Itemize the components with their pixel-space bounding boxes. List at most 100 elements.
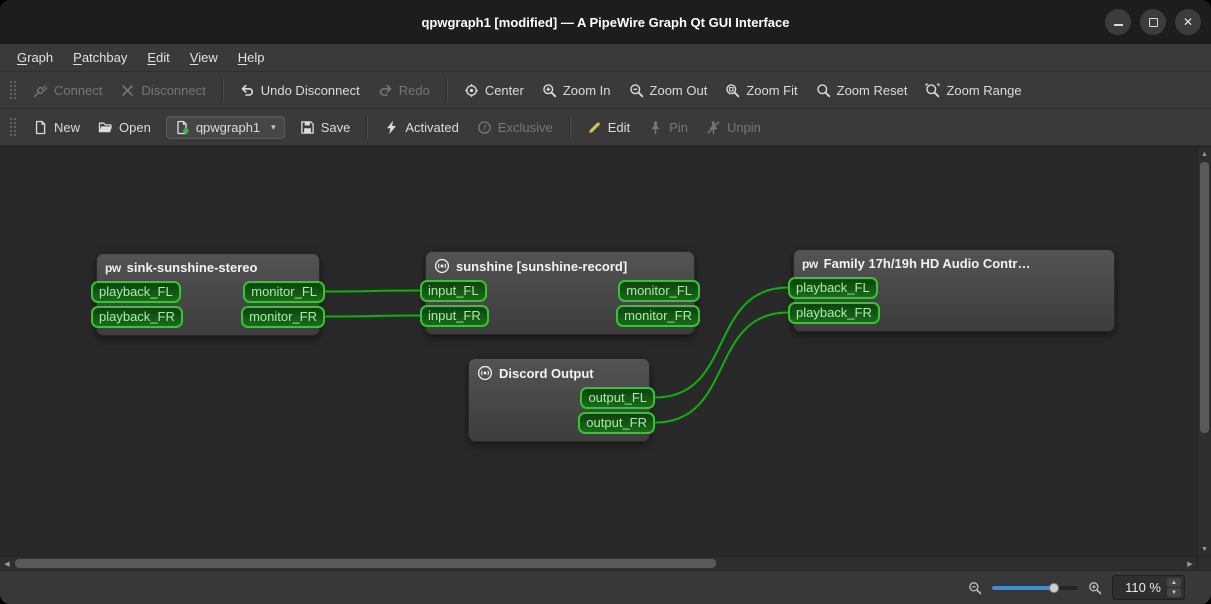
toolbar-button-pin[interactable]: Pin: [639, 115, 697, 140]
toolbar-button-zoom-out[interactable]: Zoom Out: [620, 78, 717, 103]
open-icon: [98, 120, 113, 135]
disconnect-icon: [120, 83, 135, 98]
horizontal-scrollbar-thumb[interactable]: [15, 559, 717, 568]
toolbar-button-exclusive[interactable]: f Exclusive: [468, 115, 562, 140]
toolbar-label: Center: [484, 82, 524, 98]
port-playback_FL[interactable]: playback_FL: [788, 276, 878, 299]
undo-icon: [240, 83, 255, 98]
port-playback_FR[interactable]: playback_FR: [788, 301, 880, 324]
port-monitor_FL[interactable]: monitor_FL: [243, 280, 325, 303]
menu-help[interactable]: Help: [229, 47, 274, 68]
toolbar-label: Open: [119, 119, 151, 135]
maximize-button[interactable]: [1140, 9, 1166, 35]
pipewire-icon: pw: [802, 256, 818, 271]
toolbar-label: New: [54, 119, 81, 135]
toolbar-button-open[interactable]: Open: [89, 115, 160, 140]
port-input_FL[interactable]: input_FL: [420, 279, 487, 302]
port-playback_FL[interactable]: playback_FL: [91, 280, 181, 303]
toolbar-button-zoom-in[interactable]: Zoom In: [533, 78, 620, 103]
toolbar-separator: [366, 115, 369, 139]
svg-text:f: f: [483, 122, 487, 132]
patchbay-selector[interactable]: qpwgraph1 ▾: [165, 115, 285, 139]
toolbar-button-disconnect[interactable]: Disconnect: [111, 78, 214, 103]
port-monitor_FR[interactable]: monitor_FR: [616, 304, 700, 327]
menu-view[interactable]: View: [181, 47, 227, 68]
toolbar-handle[interactable]: [9, 79, 17, 101]
toolbar-button-zoom-reset[interactable]: Zoom Reset: [807, 78, 917, 103]
node-title: sunshine [sunshine-record]: [456, 258, 628, 274]
toolbar-label: Redo: [398, 82, 430, 98]
title-bar[interactable]: qpwgraph1 [modified] — A PipeWire Graph …: [0, 0, 1211, 44]
vertical-scrollbar-thumb[interactable]: [1200, 162, 1209, 433]
zoom-out-icon: [968, 581, 982, 595]
toolbar-label: Unpin: [726, 119, 761, 135]
node-header: pw sink-sunshine-stereo: [97, 258, 319, 279]
toolbar-label: Zoom In: [562, 82, 611, 98]
toolbar-label: Disconnect: [141, 82, 206, 98]
node-header: sunshine [sunshine-record]: [426, 256, 694, 278]
port-output_FR[interactable]: output_FR: [578, 411, 655, 434]
port-row: playback_FR monitor_FR: [91, 304, 325, 329]
toolbar-button-zoom-range[interactable]: Zoom Range: [916, 78, 1030, 103]
zoom-slider-track[interactable]: [992, 585, 1078, 590]
patchbay-file-icon: [175, 120, 190, 135]
graph-canvas[interactable]: pw sink-sunshine-stereo playback_FL monitor…: [0, 147, 1197, 556]
toolbar-button-redo[interactable]: Redo: [369, 78, 439, 103]
app-window: qpwgraph1 [modified] — A PipeWire Graph …: [0, 0, 1211, 604]
toolbar-button-unpin[interactable]: Unpin: [697, 115, 770, 140]
spin-up-button[interactable]: ▲: [1167, 578, 1181, 587]
toolbar-label: Zoom Out: [649, 82, 708, 98]
toolbar-label: Exclusive: [497, 119, 553, 135]
toolbar-button-center[interactable]: Center: [455, 78, 533, 103]
port-output_FL[interactable]: output_FL: [580, 386, 655, 409]
node-header: pw Family 17h/19h HD Audio Contr…: [794, 254, 1114, 275]
scroll-up-arrow[interactable]: ▲: [1198, 147, 1211, 161]
spin-down-button[interactable]: ▼: [1167, 588, 1181, 597]
horizontal-scrollbar[interactable]: ◀ ▶: [0, 556, 1197, 570]
menu-graph[interactable]: Graph: [8, 47, 62, 68]
port-monitor_FR[interactable]: monitor_FR: [241, 305, 325, 328]
toolbar-button-new[interactable]: New: [24, 115, 89, 140]
minimize-button[interactable]: [1105, 9, 1131, 35]
graph-node-family-audio[interactable]: pw Family 17h/19h HD Audio Contr… playback…: [788, 249, 1115, 332]
toolbar-handle[interactable]: [9, 116, 17, 138]
toolbar-button-connect[interactable]: Connect: [24, 78, 111, 103]
zoom-slider[interactable]: [992, 580, 1078, 596]
close-button[interactable]: ✕: [1175, 9, 1201, 35]
connection-wire[interactable]: [324, 289, 421, 293]
zoom-slider-handle[interactable]: [1048, 582, 1059, 593]
scrollbar-corner: [1197, 556, 1211, 570]
scroll-left-arrow[interactable]: ◀: [0, 557, 14, 570]
connection-wire[interactable]: [324, 314, 421, 318]
zoom-spinbox[interactable]: 110 % ▲ ▼: [1112, 575, 1185, 600]
scroll-right-arrow[interactable]: ▶: [1183, 557, 1197, 570]
port-monitor_FL[interactable]: monitor_FL: [618, 279, 700, 302]
menu-edit[interactable]: Edit: [138, 47, 178, 68]
port-input_FR[interactable]: input_FR: [420, 304, 489, 327]
port-row: playback_FR: [788, 300, 1114, 325]
horizontal-scrollbar-track[interactable]: [14, 557, 1183, 570]
vertical-scrollbar-track[interactable]: [1198, 161, 1211, 542]
graph-node-sink-sunshine-stereo[interactable]: pw sink-sunshine-stereo playback_FLmonitor…: [91, 253, 325, 336]
scroll-down-arrow[interactable]: ▼: [1198, 542, 1211, 556]
toolbar-button-undo-disconnect[interactable]: Undo Disconnect: [231, 78, 369, 103]
zoom-reset-icon: [816, 83, 831, 98]
speaker-icon: [477, 365, 493, 381]
graph-node-sunshine[interactable]: sunshine [sunshine-record] input_FL monito…: [420, 251, 700, 335]
exclusive-icon: f: [477, 120, 492, 135]
patchbay-toolbar: New Open qpwgraph1 ▾ Save Activated f Exclusive…: [0, 109, 1211, 146]
pipewire-icon: pw: [105, 260, 121, 275]
toolbar-button-edit[interactable]: Edit: [578, 115, 639, 140]
toolbar-button-save[interactable]: Save: [291, 115, 360, 140]
toolbar-button-activated[interactable]: Activated: [375, 115, 467, 140]
zoom-in-icon: [542, 83, 557, 98]
vertical-scrollbar[interactable]: ▲ ▼: [1197, 147, 1211, 556]
new-icon: [33, 120, 48, 135]
zoom-in-icon: [1088, 581, 1102, 595]
toolbar-button-zoom-fit[interactable]: Zoom Fit: [716, 78, 806, 103]
menu-patchbay[interactable]: Patchbay: [64, 47, 136, 68]
minimize-icon: [1113, 24, 1123, 26]
node-title: Discord Output: [499, 365, 594, 381]
port-playback_FR[interactable]: playback_FR: [91, 305, 183, 328]
graph-node-discord-output[interactable]: Discord Output output_FL output_FR: [468, 358, 655, 442]
